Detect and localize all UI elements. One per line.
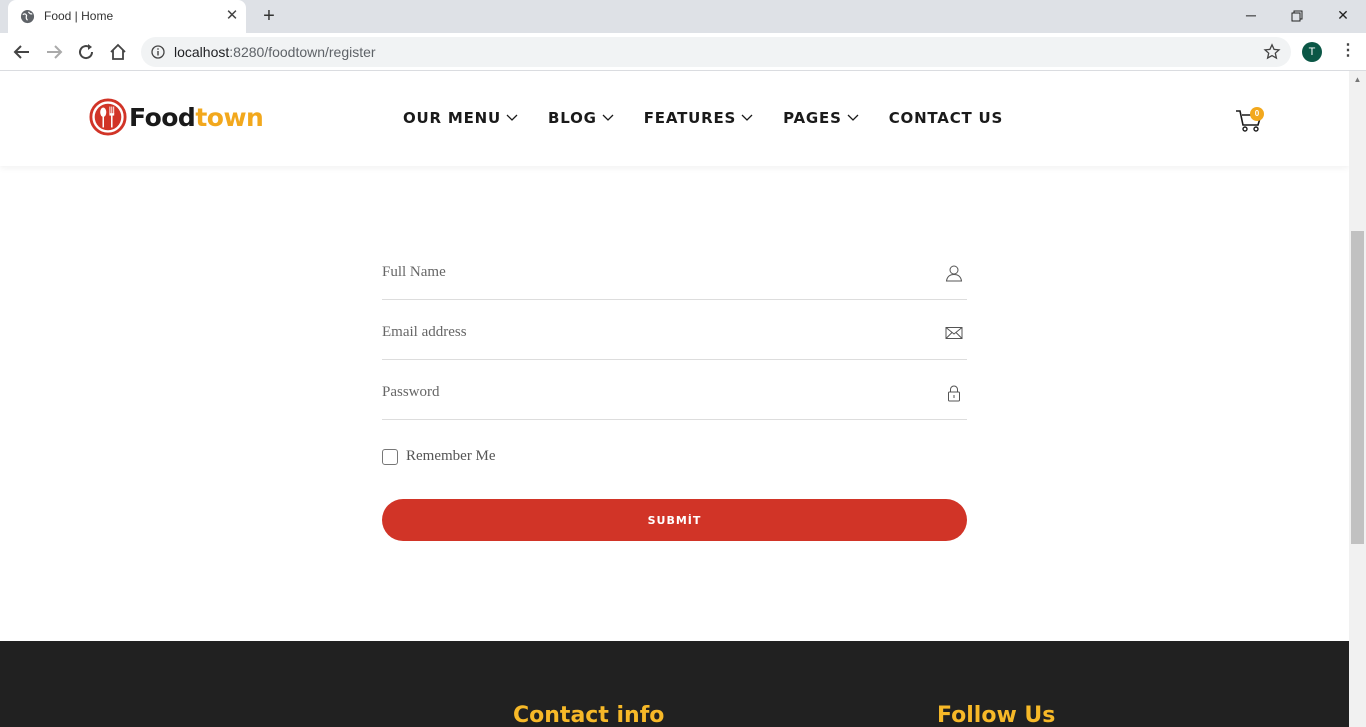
nav-our-menu[interactable]: OUR MENU xyxy=(403,109,518,127)
logo-text-town: town xyxy=(195,102,264,132)
site-footer: Contact info Follow Us xyxy=(0,641,1349,727)
full-name-input[interactable] xyxy=(382,264,922,281)
back-icon[interactable] xyxy=(12,42,32,62)
footer-contact-heading: Contact info xyxy=(513,703,665,727)
chevron-down-icon xyxy=(847,114,859,121)
info-icon[interactable] xyxy=(151,45,165,59)
site-logo[interactable]: Foodtown xyxy=(89,97,264,137)
register-form: Remember Me SUBMİT xyxy=(382,240,967,541)
browser-tab-strip: Food | Home ✕ + ─ ✕ xyxy=(0,0,1366,33)
browser-toolbar: localhost:8280/foodtown/register T ⋮ xyxy=(0,33,1366,71)
password-input[interactable] xyxy=(382,384,922,401)
close-tab-icon[interactable]: ✕ xyxy=(224,7,240,25)
email-field xyxy=(382,300,967,360)
page-viewport: Foodtown OUR MENU BLOG FEATURES PAGES CO… xyxy=(0,71,1349,727)
main-navigation: OUR MENU BLOG FEATURES PAGES CONTACT US xyxy=(403,107,1033,129)
remember-me[interactable]: Remember Me xyxy=(382,448,496,465)
nav-features[interactable]: FEATURES xyxy=(644,109,753,127)
url-text: localhost:8280/foodtown/register xyxy=(174,44,376,60)
submit-button[interactable]: SUBMİT xyxy=(382,499,967,541)
chevron-down-icon xyxy=(741,114,753,121)
user-icon xyxy=(945,265,963,282)
password-field xyxy=(382,360,967,420)
cart-count-badge: 0 xyxy=(1250,107,1264,121)
new-tab-button[interactable]: + xyxy=(259,6,279,26)
nav-pages[interactable]: PAGES xyxy=(783,109,859,127)
nav-blog[interactable]: BLOG xyxy=(548,109,614,127)
lock-icon xyxy=(948,385,960,402)
address-bar[interactable]: localhost:8280/foodtown/register xyxy=(141,37,1291,67)
envelope-icon xyxy=(945,327,963,339)
scrollbar-thumb[interactable] xyxy=(1351,231,1364,544)
fork-spoon-logo-icon xyxy=(89,98,127,136)
globe-icon xyxy=(20,9,35,24)
chevron-down-icon xyxy=(506,114,518,121)
logo-text-food: Food xyxy=(129,102,196,132)
scroll-up-arrow-icon[interactable]: ▲ xyxy=(1349,71,1366,88)
tab-title: Food | Home xyxy=(44,9,114,23)
email-input[interactable] xyxy=(382,324,922,341)
browser-menu-icon[interactable]: ⋮ xyxy=(1340,42,1356,62)
minimize-button[interactable]: ─ xyxy=(1228,0,1274,33)
footer-follow-heading: Follow Us xyxy=(937,703,1056,727)
home-icon[interactable] xyxy=(108,42,128,62)
bookmark-star-icon[interactable] xyxy=(1263,43,1281,61)
close-window-button[interactable]: ✕ xyxy=(1320,0,1366,33)
profile-avatar[interactable]: T xyxy=(1302,42,1322,62)
page-scrollbar[interactable]: ▲ xyxy=(1349,71,1366,727)
remember-me-checkbox[interactable] xyxy=(382,448,398,465)
browser-tab[interactable]: Food | Home ✕ xyxy=(8,0,246,33)
remember-me-label: Remember Me xyxy=(406,448,496,464)
site-header: Foodtown OUR MENU BLOG FEATURES PAGES CO… xyxy=(0,71,1349,166)
chevron-down-icon xyxy=(602,114,614,121)
reload-icon[interactable] xyxy=(76,42,96,62)
restore-button[interactable] xyxy=(1274,0,1320,33)
forward-icon[interactable] xyxy=(44,42,64,62)
nav-contact-us[interactable]: CONTACT US xyxy=(889,109,1003,127)
full-name-field xyxy=(382,240,967,300)
restore-icon xyxy=(1291,10,1303,22)
